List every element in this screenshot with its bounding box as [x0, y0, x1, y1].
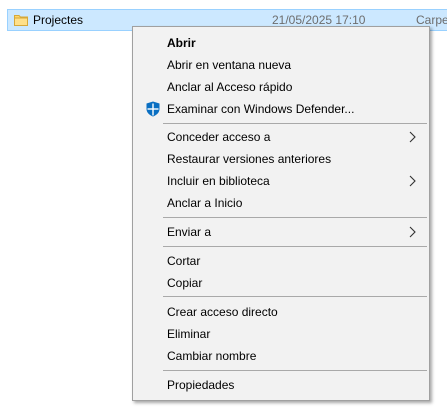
- menu-item-label: Cortar: [167, 254, 201, 268]
- menu-item-pin-quick-access[interactable]: Anclar al Acceso rápido: [135, 76, 427, 98]
- menu-item-label: Copiar: [167, 276, 203, 290]
- menu-item-cut[interactable]: Cortar: [135, 250, 427, 272]
- menu-item-label: Eliminar: [167, 327, 211, 341]
- menu-item-include-library[interactable]: Incluir en biblioteca: [135, 170, 427, 192]
- menu-separator: [163, 296, 427, 297]
- menu-item-label: Crear acceso directo: [167, 305, 278, 319]
- menu-separator: [163, 123, 427, 124]
- menu-item-label: Restaurar versiones anteriores: [167, 152, 332, 166]
- context-menu: Abrir Abrir en ventana nueva Anclar al A…: [132, 26, 430, 401]
- menu-separator: [163, 246, 427, 247]
- menu-item-restore-versions[interactable]: Restaurar versiones anteriores: [135, 148, 427, 170]
- menu-item-label: Incluir en biblioteca: [167, 174, 270, 188]
- menu-item-delete[interactable]: Eliminar: [135, 323, 427, 345]
- menu-item-label: Anclar a Inicio: [167, 196, 243, 210]
- menu-item-label: Examinar con Windows Defender...: [167, 102, 355, 116]
- menu-item-label: Conceder acceso a: [167, 130, 271, 144]
- menu-item-scan-defender[interactable]: Examinar con Windows Defender...: [135, 98, 427, 120]
- menu-item-label: Abrir en ventana nueva: [167, 58, 292, 72]
- menu-item-pin-start[interactable]: Anclar a Inicio: [135, 192, 427, 214]
- menu-item-label: Enviar a: [167, 225, 212, 239]
- folder-icon: [14, 13, 28, 27]
- menu-item-copy[interactable]: Copiar: [135, 272, 427, 294]
- explorer-view: Projectes 21/05/2025 17:10 Carpe Abrir A…: [0, 0, 447, 417]
- menu-item-label: Propiedades: [167, 378, 235, 392]
- menu-separator: [163, 217, 427, 218]
- menu-item-rename[interactable]: Cambiar nombre: [135, 345, 427, 367]
- menu-item-label: Abrir: [167, 36, 196, 50]
- menu-separator: [163, 370, 427, 371]
- chevron-right-icon: [407, 175, 417, 187]
- menu-item-properties[interactable]: Propiedades: [135, 374, 427, 396]
- menu-item-label: Anclar al Acceso rápido: [167, 80, 293, 94]
- menu-item-send-to[interactable]: Enviar a: [135, 221, 427, 243]
- menu-item-give-access[interactable]: Conceder acceso a: [135, 126, 427, 148]
- file-name: Projectes: [33, 13, 84, 27]
- menu-item-open-new-window[interactable]: Abrir en ventana nueva: [135, 54, 427, 76]
- menu-item-open[interactable]: Abrir: [135, 32, 427, 54]
- menu-item-label: Cambiar nombre: [167, 349, 257, 363]
- chevron-right-icon: [407, 226, 417, 238]
- windows-defender-icon: [145, 101, 161, 117]
- file-type: Carpe: [416, 13, 447, 27]
- menu-item-create-shortcut[interactable]: Crear acceso directo: [135, 301, 427, 323]
- chevron-right-icon: [407, 131, 417, 143]
- file-modified-date: 21/05/2025 17:10: [272, 13, 366, 27]
